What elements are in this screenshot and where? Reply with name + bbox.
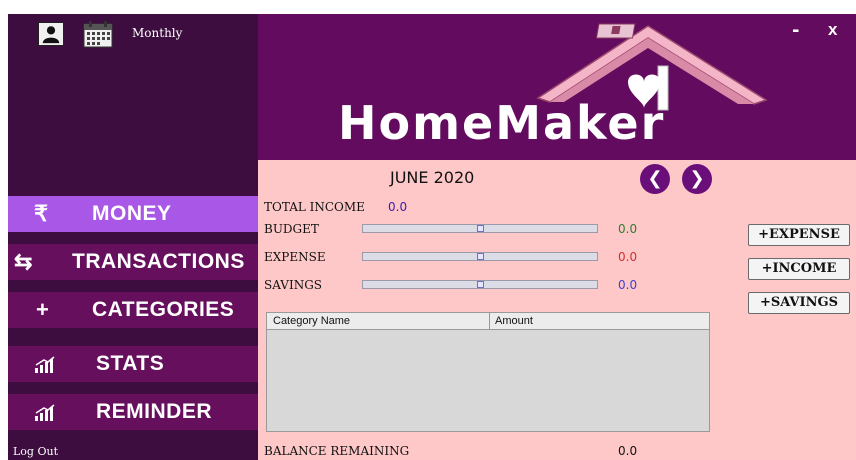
homemaker-app: Monthly ₹ MONEY ⇆ TRANSACTIONS + CATEGOR…	[8, 14, 856, 460]
add-expense-button[interactable]: +EXPENSE	[748, 224, 850, 246]
logout-link[interactable]: Log Out	[13, 445, 58, 458]
balance-remaining-value: 0.0	[618, 444, 638, 458]
minimize-button[interactable]: -	[792, 20, 799, 41]
calendar-button[interactable]	[82, 20, 114, 48]
table-header: Category Name Amount	[267, 313, 709, 330]
period-label: Monthly	[132, 26, 183, 40]
total-income-value: 0.0	[388, 200, 408, 214]
sidebar-item-reminder[interactable]: REMINDER	[8, 394, 258, 430]
sidebar-item-categories[interactable]: + CATEGORIES	[8, 292, 258, 328]
expense-value: 0.0	[618, 250, 638, 264]
savings-slider[interactable]	[362, 280, 598, 289]
add-income-button[interactable]: +INCOME	[748, 258, 850, 280]
sidebar-item-money[interactable]: ₹ MONEY	[8, 196, 258, 232]
header: HomeMaker - x	[258, 14, 856, 160]
profile-button[interactable]	[38, 22, 64, 46]
savings-label: SAVINGS	[264, 278, 323, 292]
brand-title: HomeMaker	[338, 96, 666, 150]
slider-thumb[interactable]	[477, 281, 484, 288]
expense-label: EXPENSE	[264, 250, 326, 264]
user-icon	[42, 26, 60, 44]
expense-slider[interactable]	[362, 252, 598, 261]
rupee-icon: ₹	[34, 201, 48, 226]
add-savings-button[interactable]: +SAVINGS	[748, 292, 850, 314]
bar-chart-icon	[34, 402, 56, 428]
balance-remaining-label: BALANCE REMAINING	[264, 444, 410, 458]
sidebar-item-transactions[interactable]: ⇆ TRANSACTIONS	[8, 244, 258, 280]
budget-label: BUDGET	[264, 222, 319, 236]
total-income-label: TOTAL INCOME	[264, 200, 365, 214]
chevron-right-icon: ❯	[689, 168, 705, 189]
sidebar-item-label: CATEGORIES	[92, 298, 235, 321]
column-header-category-name[interactable]: Category Name	[273, 315, 350, 327]
sidebar-item-stats[interactable]: STATS	[8, 346, 258, 382]
next-month-button[interactable]: ❯	[682, 164, 712, 194]
budget-slider[interactable]	[362, 224, 598, 233]
prev-month-button[interactable]: ❮	[640, 164, 670, 194]
bar-chart-icon	[34, 354, 56, 380]
sidebar-item-label: REMINDER	[96, 400, 213, 423]
category-table: Category Name Amount	[266, 312, 710, 432]
column-header-amount[interactable]: Amount	[495, 315, 533, 327]
slider-thumb[interactable]	[477, 253, 484, 260]
sidebar-top: Monthly	[8, 14, 258, 184]
month-title: JUNE 2020	[390, 168, 475, 187]
swap-arrows-icon: ⇆	[14, 249, 33, 274]
main-panel: JUNE 2020 ❮ ❯ TOTAL INCOME 0.0 BUDGET 0.…	[258, 160, 856, 460]
sidebar-item-label: STATS	[96, 352, 165, 375]
sidebar-item-label: TRANSACTIONS	[72, 250, 245, 273]
plus-icon: +	[36, 297, 49, 322]
budget-value: 0.0	[618, 222, 638, 236]
sidebar-item-label: MONEY	[92, 202, 172, 225]
calendar-icon	[83, 21, 113, 48]
savings-value: 0.0	[618, 278, 638, 292]
sidebar: Monthly ₹ MONEY ⇆ TRANSACTIONS + CATEGOR…	[8, 14, 258, 460]
chevron-left-icon: ❮	[647, 168, 663, 189]
close-button[interactable]: x	[828, 20, 837, 40]
slider-thumb[interactable]	[477, 225, 484, 232]
column-divider	[489, 313, 490, 329]
